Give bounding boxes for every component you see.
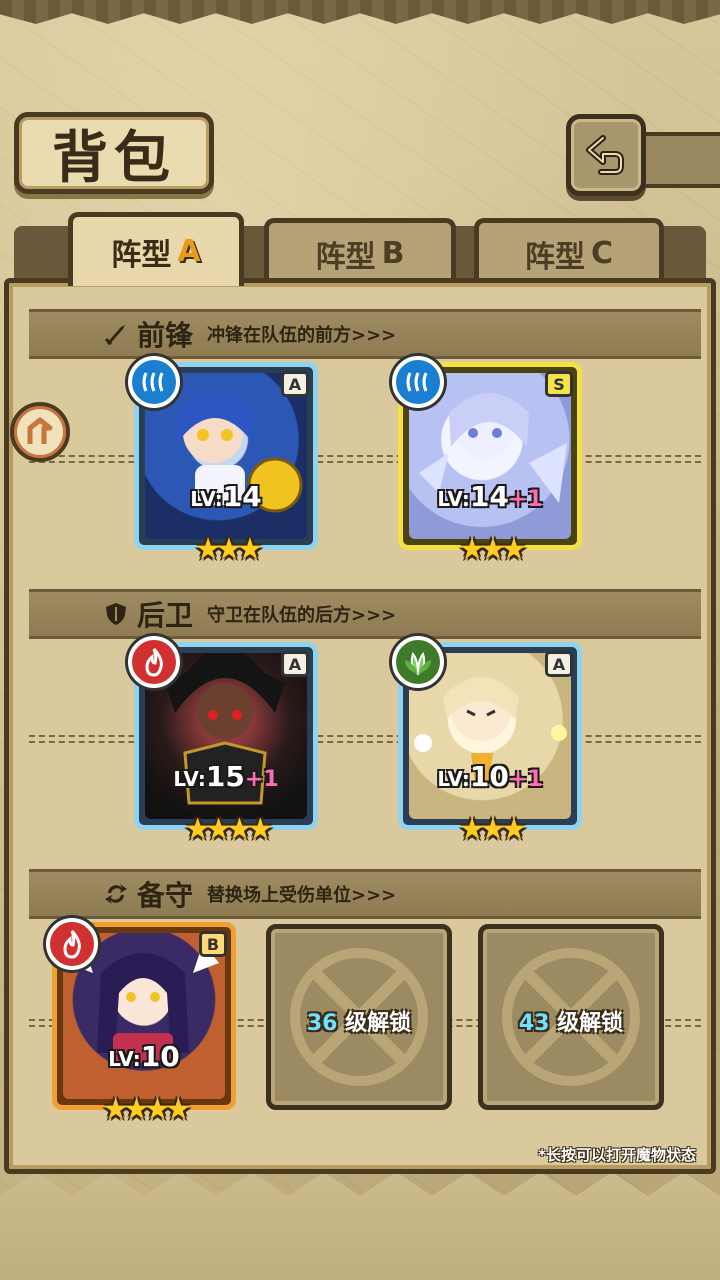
tab-label: 阵型 [111, 237, 172, 273]
back-button[interactable] [566, 114, 646, 196]
wood-element-icon [392, 636, 444, 688]
level-label: LV:15+1 [173, 760, 279, 793]
rank-badge: A [281, 651, 309, 677]
shield-icon [106, 603, 126, 625]
level-label: LV:14+1 [437, 480, 543, 513]
rank-badge: A [281, 371, 309, 397]
fire-element-icon [128, 636, 180, 688]
tab-formation-c[interactable]: 阵型 C [474, 218, 664, 284]
tab-formation-b[interactable]: 阵型 B [264, 218, 456, 284]
unlock-level-text: 36 级解锁 [306, 1011, 412, 1036]
arrow-up-right-icon [27, 417, 53, 444]
section-name: 备守 [137, 879, 194, 912]
tab-suffix: C [590, 236, 614, 271]
page-title-text: 背包 [52, 124, 176, 191]
level-label: LV:14 [190, 480, 262, 513]
page-title: 背包 [14, 112, 214, 194]
star-rating: ★★★ [458, 532, 528, 567]
tab-label: 阵型 [315, 239, 376, 275]
fire-element-icon [46, 918, 98, 970]
star-rating: ★★★ [458, 812, 528, 847]
water-element-icon [128, 356, 180, 408]
section-name: 前锋 [137, 319, 194, 352]
side-arrow-button[interactable] [10, 402, 70, 462]
rank-badge: A [545, 651, 573, 677]
unlock-level-text: 43 级解锁 [518, 1011, 624, 1036]
star-rating: ★★★ [194, 532, 264, 567]
swap-icon [105, 884, 127, 904]
section-description: 守卫在队伍的后方>>> [207, 605, 397, 626]
return-arrow-icon [586, 135, 624, 175]
tab-formation-a[interactable]: 阵型 A [68, 212, 244, 286]
section-header-back: 后卫 守卫在队伍的后方>>> [29, 589, 701, 639]
star-rating: ★★★★ [184, 812, 274, 847]
level-label: LV:10 [108, 1040, 180, 1073]
locked-slot-2[interactable]: 43 级解锁 [478, 924, 664, 1110]
locked-slot-1[interactable]: 36 级解锁 [266, 924, 452, 1110]
section-description: 冲锋在队伍的前方>>> [207, 325, 397, 346]
long-press-hint: *长按可以打开魔物状态 [538, 1146, 696, 1164]
star-rating: ★★★★ [102, 1092, 192, 1127]
rank-badge: B [199, 931, 227, 957]
rail-divider [29, 735, 701, 743]
tab-suffix: A [177, 234, 201, 269]
section-header-reserve: 备守 替换场上受伤单位>>> [29, 869, 701, 919]
rank-badge: S [545, 371, 573, 397]
tab-label: 阵型 [524, 239, 585, 275]
section-description: 替换场上受伤单位>>> [207, 885, 397, 906]
section-header-front: 前锋 冲锋在队伍的前方>>> [29, 309, 701, 359]
rail-divider [29, 455, 701, 463]
section-name: 后卫 [137, 599, 194, 632]
sword-icon [104, 325, 125, 346]
level-label: LV:10+1 [437, 760, 543, 793]
water-element-icon [392, 356, 444, 408]
tab-suffix: B [381, 236, 405, 271]
